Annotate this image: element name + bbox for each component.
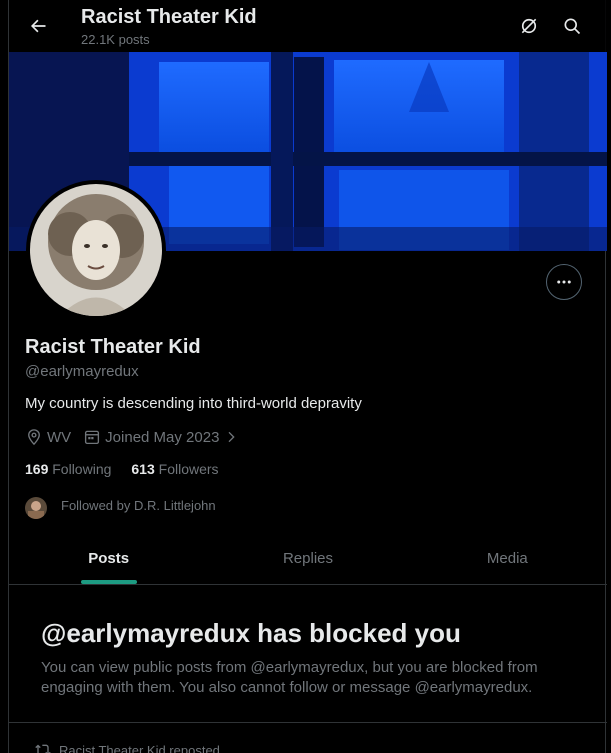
follower-avatar [25,497,47,519]
following-link[interactable]: 169 Following [25,461,111,477]
followed-by-text: Followed by D.R. Littlejohn [61,497,216,513]
followers-label: Followers [158,461,219,477]
blocked-message: You can view public posts from @earlymay… [41,659,538,696]
tab-posts-label: Posts [88,549,130,567]
following-count: 169 [25,461,49,477]
location-item: WV [25,428,71,446]
more-icon [557,280,571,284]
repost-icon [35,744,51,753]
followed-by[interactable]: Followed by D.R. Littlejohn [25,491,216,519]
more-options-button[interactable] [546,264,582,300]
tab-replies[interactable]: Replies [208,532,407,584]
joined-text: Joined May 2023 [105,428,220,446]
header-post-count: 22.1K posts [81,32,150,47]
profile-column: Racist Theater Kid 22.1K posts Racist Th… [8,0,607,753]
profile-avatar[interactable] [26,180,166,320]
divider [9,722,607,723]
location-icon [28,429,40,446]
grok-button[interactable] [512,9,546,43]
followers-link[interactable]: 613 Followers [131,461,218,477]
tab-replies-label: Replies [282,549,333,567]
following-label: Following [52,461,112,477]
search-icon [564,18,581,35]
profile-name: Racist Theater Kid [25,336,201,358]
chevron-right-icon [228,431,236,443]
top-bar: Racist Theater Kid 22.1K posts [9,0,607,52]
repost-text: Racist Theater Kid reposted [59,742,220,753]
blocked-title: @earlymayredux has blocked you [41,618,461,648]
back-button[interactable] [21,9,55,43]
tab-media[interactable]: Media [408,532,607,584]
calendar-icon [85,430,100,445]
profile-bio: My country is descending into third-worl… [25,395,362,412]
followers-count: 613 [131,461,155,477]
tab-active-indicator [80,580,137,584]
profile-meta: WV Joined May 2023 [25,427,255,447]
tab-media-label: Media [486,549,528,567]
app-frame: Racist Theater Kid 22.1K posts Racist Th… [0,0,611,753]
profile-tabs: Posts Replies Media [9,532,607,585]
tab-posts[interactable]: Posts [9,532,208,584]
header-title: Racist Theater Kid [81,6,257,28]
joined-item[interactable]: Joined May 2023 [83,428,243,446]
location-text: WV [47,428,72,446]
avatar-image [30,184,162,316]
repost-indicator: Racist Theater Kid reposted [35,742,220,753]
grok-icon [521,18,537,34]
follow-counts: 169 Following 613 Followers [25,461,239,477]
profile-handle: @earlymayredux [25,363,139,380]
search-button[interactable] [555,9,589,43]
back-arrow-icon [31,19,46,33]
